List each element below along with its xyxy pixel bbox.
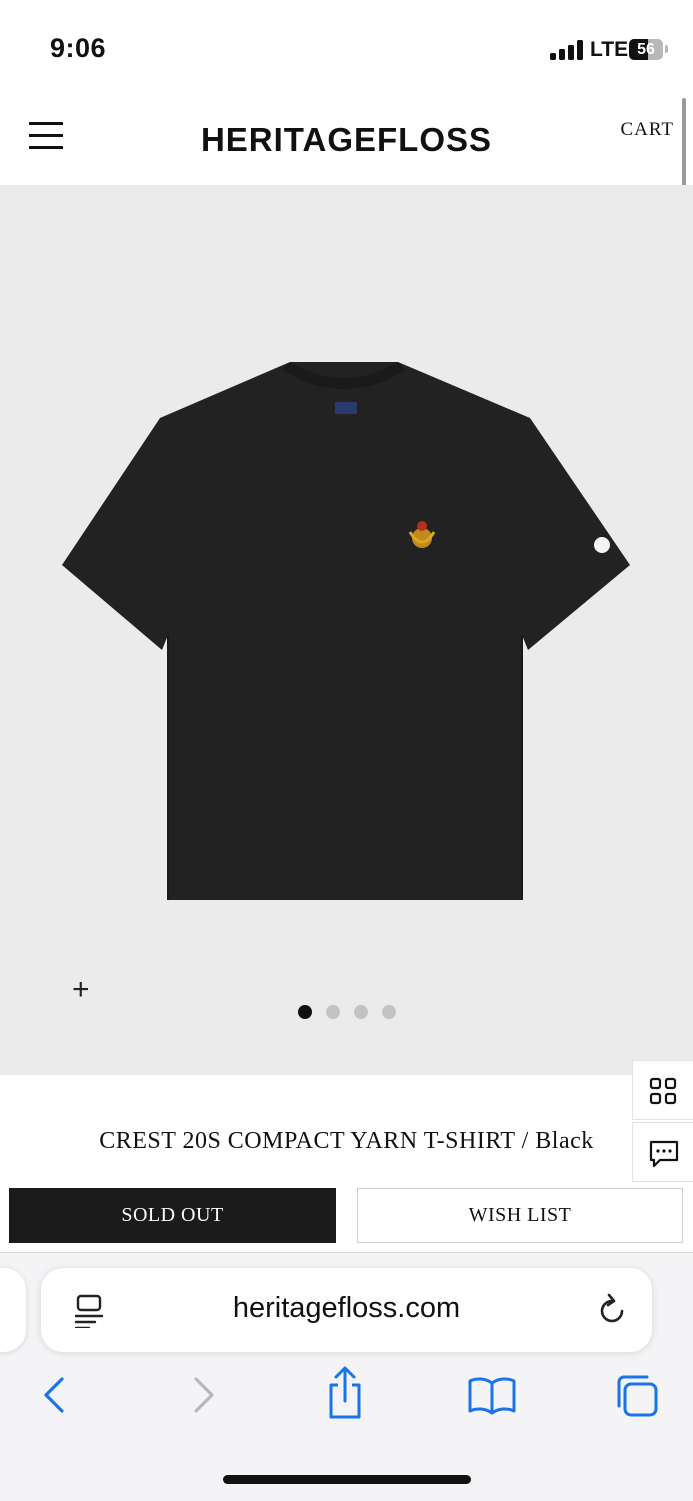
cellular-signal-icon — [550, 40, 584, 60]
browser-toolbar: heritagefloss.com — [0, 1252, 693, 1501]
sold-out-button[interactable]: SOLD OUT — [9, 1188, 336, 1243]
battery-icon: 56 — [629, 39, 663, 60]
wish-list-button[interactable]: WISH LIST — [357, 1188, 683, 1243]
slide-indicator[interactable] — [0, 1005, 693, 1019]
address-bar[interactable]: heritagefloss.com — [41, 1268, 652, 1352]
product-image-gallery[interactable]: + — [0, 185, 693, 1075]
forward-icon[interactable] — [188, 1373, 218, 1417]
share-icon[interactable] — [324, 1365, 366, 1421]
grid-menu-button[interactable] — [632, 1060, 693, 1120]
reload-icon[interactable] — [596, 1293, 628, 1327]
tshirt-product-image — [62, 362, 630, 900]
back-icon[interactable] — [40, 1373, 70, 1417]
previous-tab-edge[interactable] — [0, 1268, 26, 1352]
url-text[interactable]: heritagefloss.com — [41, 1292, 652, 1325]
product-title: CREST 20S COMPACT YARN T-SHIRT / Black — [99, 1128, 594, 1154]
bookmarks-icon[interactable] — [467, 1375, 517, 1415]
slide-dot[interactable] — [325, 1005, 340, 1019]
brand-logo[interactable]: HERITAGEFLOSS — [0, 121, 693, 159]
slide-dot[interactable] — [353, 1005, 368, 1019]
network-type: LTE — [590, 38, 629, 61]
slide-dot[interactable] — [297, 1005, 312, 1019]
battery-tip — [665, 45, 668, 53]
cart-link[interactable]: CART — [620, 119, 674, 141]
status-time: 9:06 — [50, 33, 107, 63]
battery-percent: 56 — [637, 41, 655, 58]
home-indicator[interactable] — [223, 1475, 471, 1484]
site-header: HERITAGEFLOSS CART — [0, 95, 693, 185]
zoom-plus-icon[interactable]: + — [72, 975, 90, 1005]
slide-dot[interactable] — [381, 1005, 396, 1019]
tabs-icon[interactable] — [614, 1373, 660, 1419]
status-bar: 9:06 LTE 56 — [0, 0, 693, 95]
grid-icon — [649, 1077, 677, 1105]
